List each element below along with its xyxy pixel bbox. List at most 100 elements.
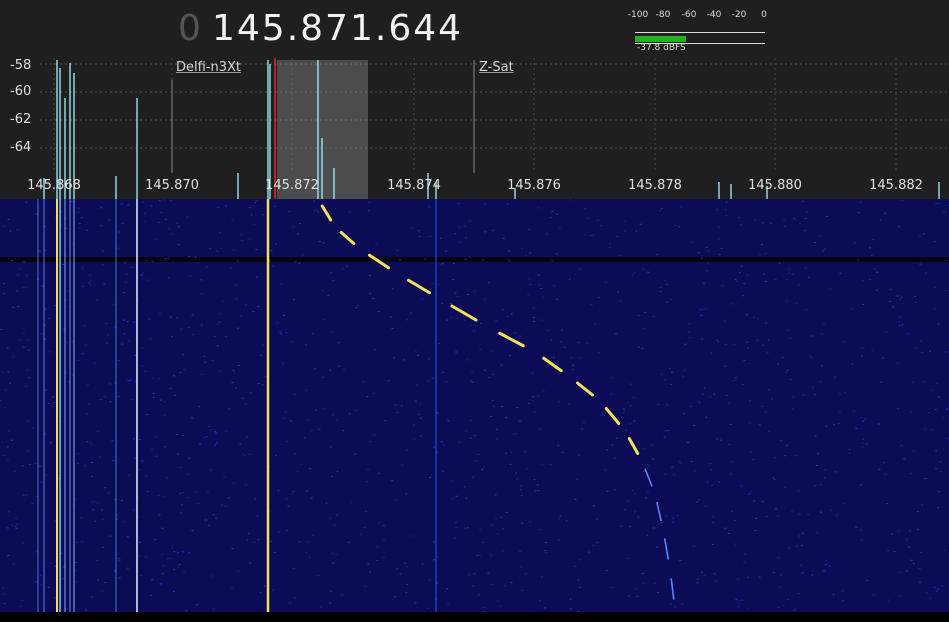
waterfall-noise (102, 546, 105, 548)
waterfall-noise (614, 333, 617, 335)
waterfall-noise (667, 429, 670, 431)
waterfall-noise (505, 417, 508, 419)
waterfall-noise (292, 491, 295, 493)
frequency-axis-label: 145.876 (507, 178, 561, 193)
waterfall-noise (47, 403, 50, 405)
waterfall-noise (239, 443, 242, 445)
waterfall-noise (323, 319, 325, 321)
waterfall-noise (177, 566, 180, 568)
db-axis-label: -62 (10, 112, 32, 127)
waterfall-noise (248, 238, 251, 240)
waterfall-noise (249, 392, 252, 394)
bookmark-label-delfi[interactable]: Delfi-n3Xt (176, 60, 241, 75)
waterfall-noise (310, 497, 313, 499)
waterfall-noise (539, 529, 542, 531)
waterfall-noise (819, 381, 822, 383)
waterfall-noise (933, 586, 936, 588)
waterfall-noise (182, 353, 185, 355)
waterfall-noise (659, 210, 662, 212)
waterfall-noise (838, 411, 841, 413)
waterfall-noise (784, 455, 787, 457)
waterfall-noise (4, 407, 7, 409)
waterfall-noise (595, 396, 597, 398)
waterfall-noise (666, 404, 668, 406)
bookmark-label-zsat[interactable]: Z-Sat (479, 60, 514, 75)
waterfall-noise (664, 280, 667, 282)
waterfall-noise (246, 539, 248, 541)
waterfall-noise (102, 250, 104, 252)
waterfall-noise (501, 406, 504, 407)
waterfall-noise (679, 560, 682, 561)
waterfall-noise (503, 585, 506, 587)
waterfall-noise (178, 564, 181, 565)
waterfall-noise (698, 402, 701, 404)
waterfall-noise (897, 530, 900, 532)
waterfall-noise (834, 471, 837, 473)
waterfall-noise (696, 578, 699, 580)
waterfall-noise (447, 604, 450, 605)
waterfall-noise (844, 392, 847, 394)
waterfall-noise (257, 539, 260, 541)
waterfall-noise (660, 373, 663, 375)
waterfall-noise (933, 286, 936, 288)
waterfall-noise (665, 515, 668, 517)
waterfall-noise (151, 579, 154, 581)
waterfall-noise (568, 403, 570, 405)
waterfall-noise (542, 295, 545, 297)
waterfall-noise (887, 550, 890, 552)
waterfall-noise (473, 573, 476, 575)
waterfall-noise (863, 418, 866, 420)
waterfall-noise (515, 478, 518, 480)
waterfall-noise (399, 573, 402, 575)
waterfall-noise (747, 608, 750, 610)
doppler-signal-segment (450, 304, 478, 322)
waterfall-display[interactable] (0, 199, 949, 612)
waterfall-noise (433, 541, 436, 543)
waterfall-noise (509, 463, 512, 465)
waterfall-noise (3, 603, 6, 605)
waterfall-noise (413, 424, 416, 426)
waterfall-noise (782, 605, 785, 607)
waterfall-noise (173, 568, 176, 570)
waterfall-noise (143, 212, 146, 214)
waterfall-noise (463, 486, 466, 488)
waterfall-noise (786, 369, 789, 371)
waterfall-noise (783, 220, 786, 222)
waterfall-noise (248, 453, 251, 455)
waterfall-noise (199, 443, 202, 445)
waterfall-noise (373, 434, 376, 436)
waterfall-noise (703, 387, 706, 389)
spectrum-panel[interactable]: -58 -60 -62 -64 145.868 145.870 145.872 … (0, 58, 949, 199)
waterfall-noise (273, 206, 276, 208)
frequency-prefix-digit[interactable]: 0 (178, 8, 201, 49)
waterfall-noise (743, 561, 746, 563)
waterfall-noise (741, 599, 744, 601)
waterfall-noise (684, 563, 687, 565)
waterfall-noise (664, 379, 667, 381)
waterfall-noise (594, 323, 597, 325)
waterfall-noise (940, 471, 942, 473)
waterfall-noise (862, 420, 865, 422)
waterfall-noise (533, 317, 536, 318)
waterfall-noise (282, 362, 284, 364)
waterfall-noise (866, 579, 869, 581)
waterfall-noise (821, 365, 824, 367)
waterfall-noise (772, 572, 775, 573)
waterfall-noise (253, 541, 256, 543)
waterfall-noise (84, 344, 87, 346)
waterfall-noise (912, 563, 915, 565)
waterfall-noise (163, 446, 166, 448)
waterfall-noise (164, 258, 167, 260)
waterfall-noise (118, 559, 121, 561)
waterfall-noise (619, 300, 622, 302)
frequency-display[interactable]: 145.871.644 (212, 8, 463, 49)
waterfall-noise (290, 420, 293, 422)
waterfall-noise (532, 307, 535, 309)
waterfall-noise (2, 587, 5, 589)
meter-scale-label: -20 (731, 10, 747, 20)
waterfall-noise (856, 259, 859, 261)
waterfall-noise (767, 339, 770, 341)
waterfall-noise (697, 400, 700, 402)
waterfall-noise (369, 571, 372, 573)
waterfall-noise (16, 229, 19, 231)
